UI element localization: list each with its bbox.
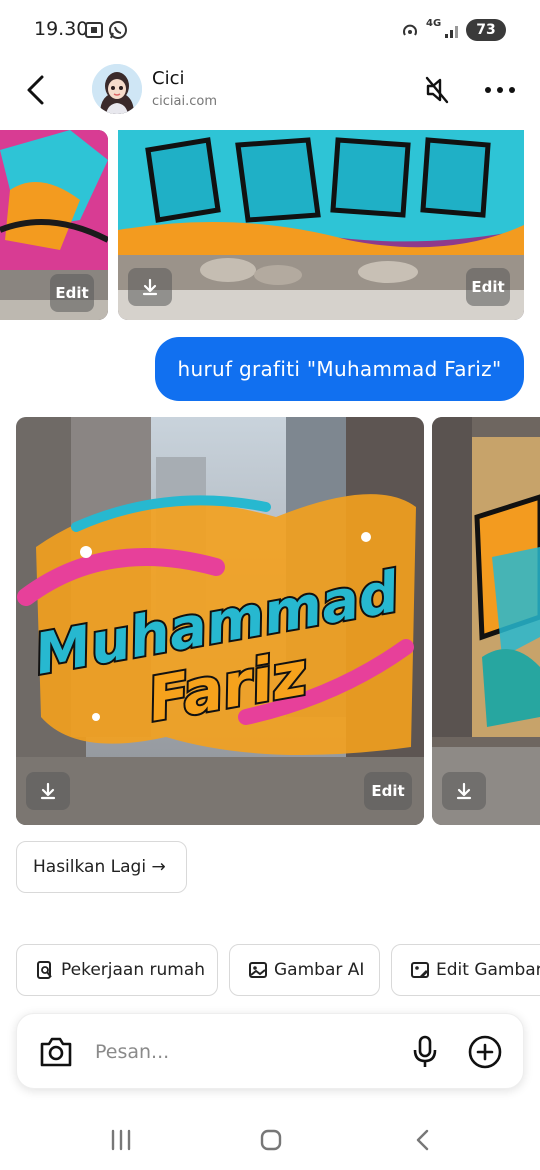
chat-header: Cici ciciai.com	[0, 60, 540, 120]
bot-domain: ciciai.com	[152, 94, 217, 109]
edit-image-icon	[411, 962, 429, 978]
speaker-muted-icon	[425, 76, 449, 104]
microphone-icon	[413, 1035, 437, 1067]
home-icon	[260, 1129, 282, 1151]
more-dots-icon	[485, 87, 515, 93]
avatar[interactable]	[92, 64, 142, 114]
download-button[interactable]	[128, 268, 172, 306]
download-button[interactable]	[26, 772, 70, 810]
graffiti-image: Muhammad Fariz	[16, 417, 424, 825]
suggestion-homework[interactable]: Pekerjaan rumah	[16, 944, 218, 996]
plus-circle-icon	[468, 1035, 502, 1069]
whatsapp-icon	[108, 20, 128, 44]
regenerate-label: Hasilkan Lagi →	[33, 857, 166, 877]
hotspot-icon	[400, 20, 420, 44]
edit-button[interactable]: Edit	[466, 268, 510, 306]
more-options-button[interactable]	[482, 80, 518, 100]
generated-image-2[interactable]	[432, 417, 540, 825]
download-button[interactable]	[442, 772, 486, 810]
back-chevron-icon	[416, 1129, 429, 1151]
regenerate-button[interactable]: Hasilkan Lagi →	[16, 841, 187, 893]
bot-name: Cici	[152, 68, 185, 89]
suggestion-label: Pekerjaan rumah	[61, 960, 206, 980]
generated-image-1[interactable]: Muhammad Fariz Edit	[16, 417, 424, 825]
user-message-bubble: huruf grafiti "Muhammad Fariz"	[155, 337, 524, 401]
recent-apps-button[interactable]	[108, 1128, 134, 1152]
battery-indicator: 73	[466, 19, 506, 41]
suggestion-edit-image[interactable]: Edit Gambar	[391, 944, 540, 996]
download-icon	[40, 782, 56, 800]
download-icon	[142, 278, 158, 296]
suggestion-label: Gambar AI	[274, 960, 365, 980]
voice-input-button[interactable]	[411, 1034, 439, 1070]
user-message-text: huruf grafiti "Muhammad Fariz"	[177, 357, 502, 381]
network-label: 4G	[426, 18, 442, 29]
message-input-bar	[16, 1013, 524, 1089]
mute-button[interactable]	[422, 74, 452, 106]
back-arrow-icon	[27, 75, 44, 105]
message-input[interactable]	[95, 1036, 395, 1068]
home-button[interactable]	[259, 1128, 283, 1152]
suggestion-label: Edit Gambar	[436, 960, 540, 980]
edit-button[interactable]: Edit	[50, 274, 94, 312]
edit-button[interactable]: Edit	[364, 772, 412, 810]
status-bar: 19.30 4G 73	[0, 0, 540, 60]
status-time: 19.30	[34, 18, 89, 40]
homework-icon	[37, 961, 52, 979]
previous-image-2[interactable]: Edit	[118, 130, 524, 320]
suggestion-ai-image[interactable]: Gambar AI	[229, 944, 380, 996]
camera-icon	[40, 1037, 72, 1067]
signal-icon	[444, 20, 462, 44]
system-nav-bar	[0, 1110, 540, 1170]
graffiti-image	[118, 130, 524, 320]
download-icon	[456, 782, 472, 800]
graffiti-image	[432, 417, 540, 825]
image-icon	[249, 962, 267, 978]
system-back-button[interactable]	[412, 1128, 432, 1152]
recent-apps-icon	[111, 1129, 131, 1151]
back-button[interactable]	[20, 72, 52, 108]
camera-button[interactable]	[37, 1034, 75, 1070]
add-button[interactable]	[467, 1034, 503, 1070]
previous-image-1[interactable]: Edit	[0, 130, 108, 320]
screen-record-icon	[84, 20, 104, 44]
